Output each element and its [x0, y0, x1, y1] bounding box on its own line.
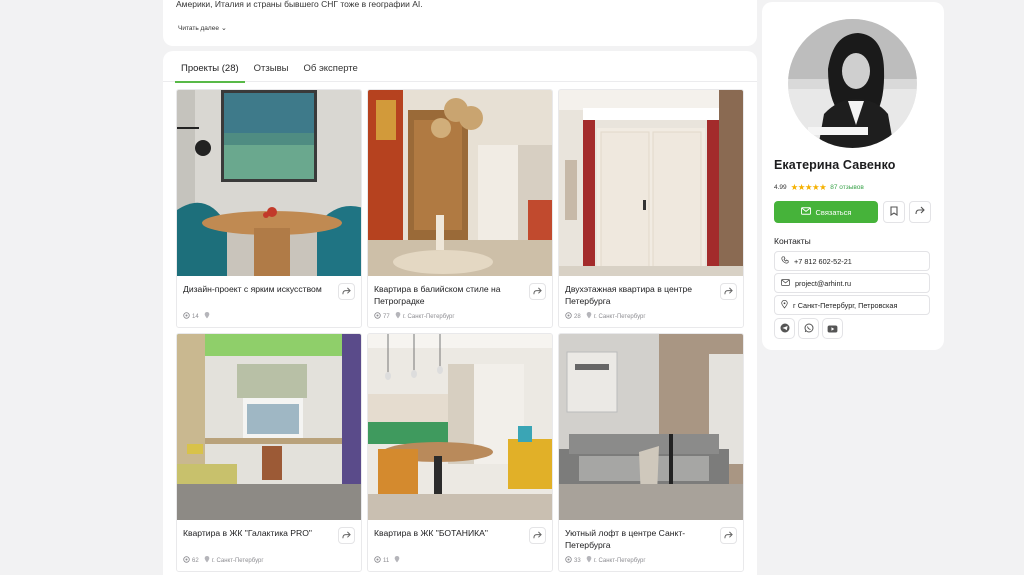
- project-title: Уютный лофт в центре Санкт-Петербурга: [565, 528, 686, 551]
- project-photo: [559, 90, 743, 276]
- project-meta: 62 г. Санкт-Петербург: [183, 556, 264, 565]
- project-photo: [177, 334, 361, 520]
- project-location: г. Санкт-Петербург: [593, 313, 646, 320]
- rating-row: 4.99 ★★★★★ 87 отзывов: [774, 182, 864, 193]
- eye-icon: [183, 312, 190, 321]
- project-location: г. Санкт-Петербург: [593, 557, 646, 564]
- tab-reviews[interactable]: Отзывы: [248, 51, 295, 82]
- project-location: г. Санкт-Петербург: [402, 313, 455, 320]
- share-icon: [342, 283, 351, 301]
- share-icon: [533, 283, 542, 301]
- reviews-link[interactable]: 87 отзывов: [830, 184, 864, 191]
- views-count: 33: [574, 557, 581, 564]
- whatsapp-button[interactable]: [798, 318, 819, 339]
- views-count: 11: [383, 557, 390, 564]
- project-title: Квартира в ЖК "Галактика PRO": [183, 528, 312, 538]
- location-pin-icon: [586, 312, 592, 321]
- views-count: 77: [383, 313, 390, 320]
- project-meta: 11: [374, 556, 402, 565]
- location-pin-icon: [204, 312, 210, 321]
- read-more-link[interactable]: Читать далее ⌄: [178, 24, 227, 33]
- about-card: Америки, Италия и страны бывшего СНГ тож…: [163, 0, 757, 46]
- share-icon: [533, 527, 542, 545]
- project-title: Двухэтажная квартира в центре Петербурга: [565, 284, 693, 307]
- project-photo: [368, 334, 552, 520]
- share-profile-button[interactable]: [909, 201, 931, 223]
- eye-icon: [565, 312, 572, 321]
- phone-contact[interactable]: +7 812 602-52-21: [774, 251, 930, 271]
- project-meta: 33 г. Санкт-Петербург: [565, 556, 646, 565]
- whatsapp-icon: [804, 320, 814, 338]
- share-button[interactable]: [720, 283, 737, 300]
- location-pin-icon: [394, 556, 400, 565]
- projects-card: Проекты (28) Отзывы Об эксперте Дизайн-п…: [163, 51, 757, 575]
- share-button[interactable]: [338, 527, 355, 544]
- views-count: 14: [192, 313, 199, 320]
- share-icon: [724, 527, 733, 545]
- share-icon: [724, 283, 733, 301]
- project-meta: 14: [183, 312, 212, 321]
- chevron-down-icon: ⌄: [220, 25, 227, 32]
- tab-about-expert[interactable]: Об эксперте: [297, 51, 363, 82]
- share-button[interactable]: [338, 283, 355, 300]
- star-rating-icon: ★★★★★: [790, 182, 827, 192]
- read-more-label: Читать далее: [178, 24, 219, 32]
- email-address: project@arhint.ru: [795, 278, 852, 288]
- address: г Санкт-Петербург, Петровская: [793, 300, 898, 310]
- eye-icon: [183, 556, 190, 565]
- telegram-button[interactable]: [774, 318, 795, 339]
- project-photo: [177, 90, 361, 276]
- project-location: г. Санкт-Петербург: [211, 557, 264, 564]
- bookmark-button[interactable]: [883, 201, 905, 223]
- tab-projects[interactable]: Проекты (28): [175, 51, 245, 83]
- project-photo: [368, 90, 552, 276]
- rating-value: 4.99: [774, 184, 787, 191]
- location-pin-icon: [781, 299, 788, 311]
- project-card[interactable]: Двухэтажная квартира в центре Петербурга…: [558, 89, 744, 328]
- mail-icon: [800, 207, 811, 217]
- youtube-icon: [827, 320, 838, 338]
- address-contact[interactable]: г Санкт-Петербург, Петровская: [774, 295, 930, 315]
- views-count: 62: [192, 557, 199, 564]
- location-pin-icon: [204, 556, 210, 565]
- project-meta: 28 г. Санкт-Петербург: [565, 312, 646, 321]
- project-card[interactable]: Уютный лофт в центре Санкт-Петербурга 33…: [558, 333, 744, 572]
- email-contact[interactable]: project@arhint.ru: [774, 273, 930, 293]
- views-count: 28: [574, 313, 581, 320]
- avatar: [788, 19, 917, 148]
- bookmark-icon: [890, 203, 898, 221]
- location-pin-icon: [586, 556, 592, 565]
- eye-icon: [565, 556, 572, 565]
- mail-icon: [781, 278, 790, 288]
- project-card[interactable]: Квартира в балийском стиле на Петроградк…: [367, 89, 553, 328]
- project-card[interactable]: Дизайн-проект с ярким искусством 14: [176, 89, 362, 328]
- phone-icon: [781, 256, 789, 266]
- contact-button-label: Связаться: [815, 207, 852, 217]
- share-icon: [342, 527, 351, 545]
- tab-bar: Проекты (28) Отзывы Об эксперте: [163, 51, 757, 83]
- phone-number: +7 812 602-52-21: [794, 256, 852, 266]
- project-card[interactable]: Квартира в ЖК "Галактика PRO" 62 г. Санк…: [176, 333, 362, 572]
- project-title: Квартира в ЖК "БОТАНИКА": [374, 528, 488, 538]
- project-card[interactable]: Квартира в ЖК "БОТАНИКА" 11: [367, 333, 553, 572]
- share-icon: [915, 203, 925, 221]
- expert-name: Екатерина Савенко: [774, 158, 896, 172]
- youtube-button[interactable]: [822, 318, 843, 339]
- project-meta: 77 г. Санкт-Петербург: [374, 312, 455, 321]
- expert-profile-card: Екатерина Савенко 4.99 ★★★★★ 87 отзывов …: [762, 2, 944, 350]
- project-title: Квартира в балийском стиле на Петроградк…: [374, 284, 501, 307]
- share-button[interactable]: [529, 283, 546, 300]
- eye-icon: [374, 556, 381, 565]
- project-title: Дизайн-проект с ярким искусством: [183, 284, 322, 294]
- contact-button[interactable]: Связаться: [774, 201, 878, 223]
- about-text: Америки, Италия и страны бывшего СНГ тож…: [176, 0, 423, 9]
- share-button[interactable]: [529, 527, 546, 544]
- projects-grid: Дизайн-проект с ярким искусством 14 Квар…: [176, 89, 744, 572]
- contacts-heading: Контакты: [774, 236, 811, 246]
- share-button[interactable]: [720, 527, 737, 544]
- project-photo: [559, 334, 743, 520]
- telegram-icon: [780, 320, 790, 338]
- eye-icon: [374, 312, 381, 321]
- location-pin-icon: [395, 312, 401, 321]
